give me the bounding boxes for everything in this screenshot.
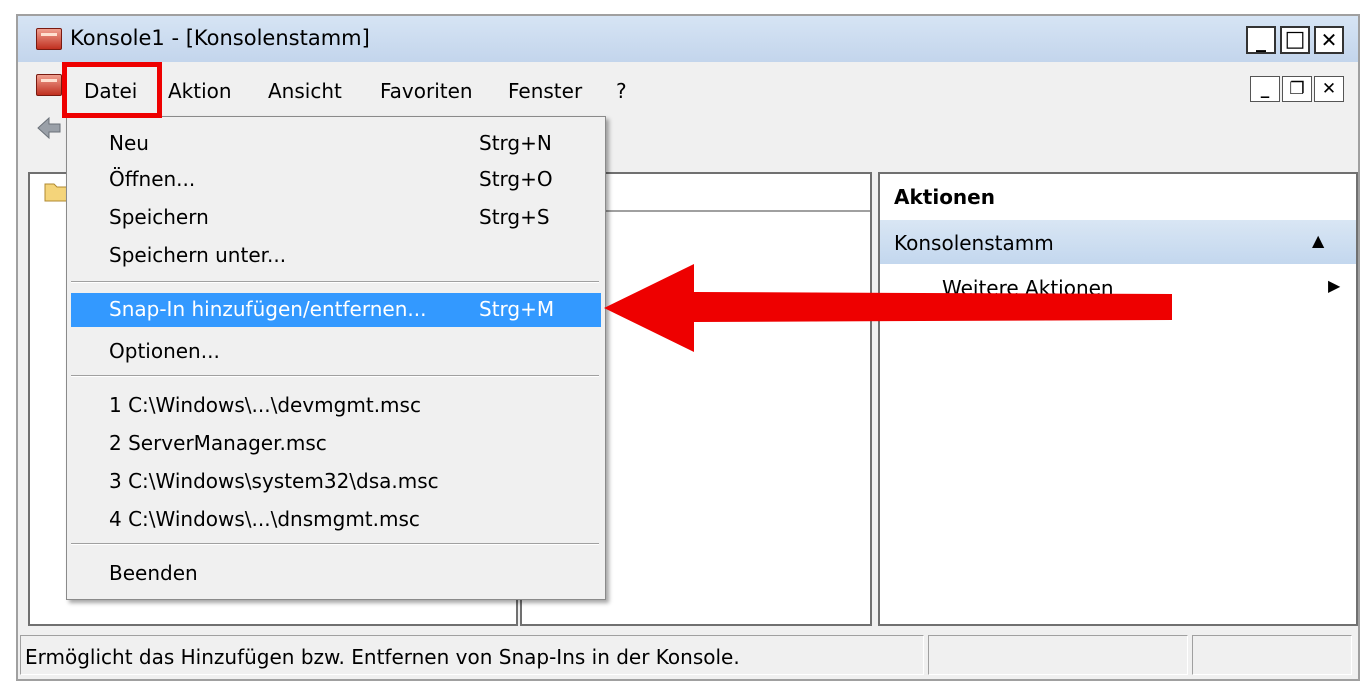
annotation-arrow [604, 264, 1172, 352]
